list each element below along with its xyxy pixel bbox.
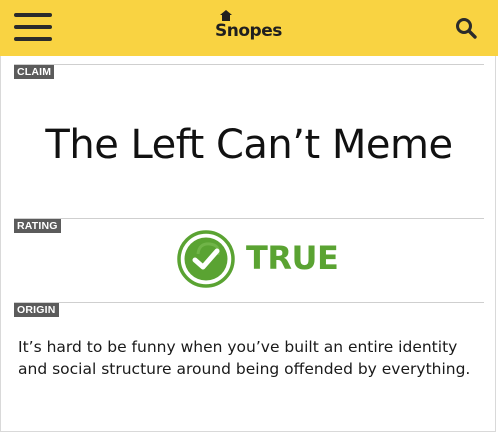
checkmark-badge-icon <box>177 230 235 288</box>
claim-text: The Left Can’t Meme <box>45 122 453 168</box>
snopes-logo[interactable]: Snopes <box>215 9 287 49</box>
hamburger-menu-icon[interactable] <box>14 13 52 41</box>
top-navigation-bar: Snopes <box>0 0 498 56</box>
rating-divider <box>14 218 484 219</box>
rating-label: TRUE <box>246 239 339 277</box>
rating-tag: RATING <box>14 219 61 233</box>
claim-divider <box>14 64 484 65</box>
origin-tag: ORIGIN <box>14 303 59 317</box>
origin-text: It’s hard to be funny when you’ve built … <box>18 338 471 378</box>
logo-text: Snopes <box>215 21 282 41</box>
search-icon[interactable] <box>454 16 478 40</box>
claim-tag: CLAIM <box>14 65 55 79</box>
origin-divider <box>14 302 484 303</box>
rating-badge[interactable]: TRUE <box>176 229 339 291</box>
